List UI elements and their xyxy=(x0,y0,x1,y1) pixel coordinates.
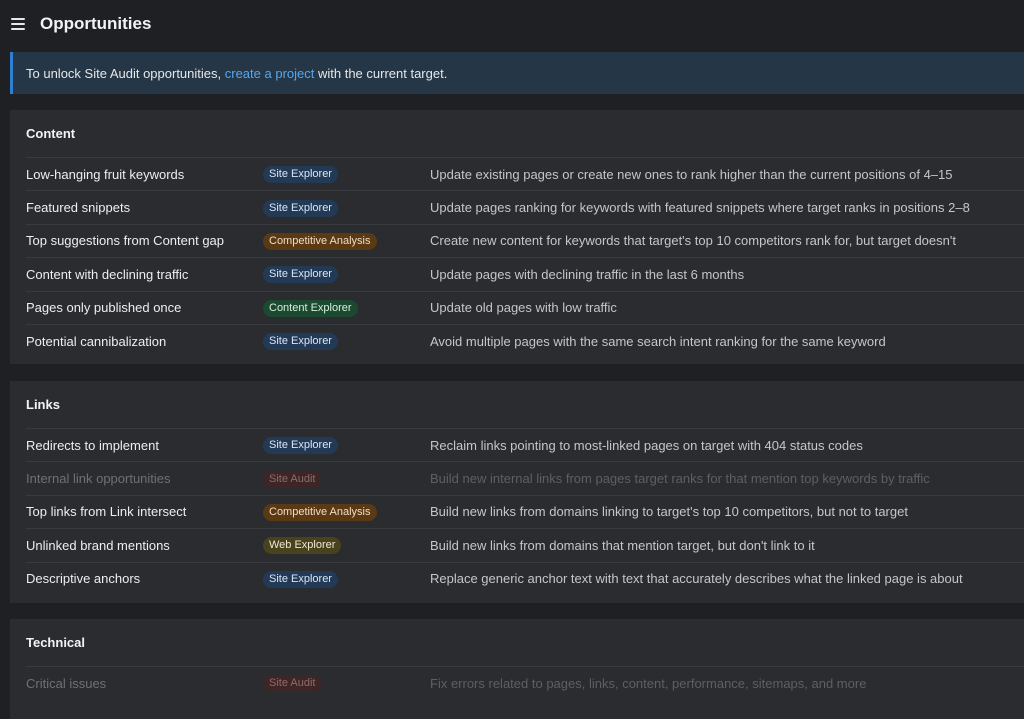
opportunity-description: Update pages ranking for keywords with f… xyxy=(430,200,970,216)
opportunity-row[interactable]: Pages only published once Content Explore… xyxy=(26,290,1024,324)
section-links: Links Redirects to implement Site Explore… xyxy=(10,381,1024,603)
tool-tag-cell: Competitive Analysis xyxy=(263,232,430,250)
opportunity-row[interactable]: Redirects to implement Site Explorer Recla… xyxy=(26,428,1024,461)
tool-tag-cell: Web Explorer xyxy=(263,536,430,555)
tool-tag-cell: Site Explorer xyxy=(263,570,430,588)
tool-badge[interactable]: Site Explorer xyxy=(263,437,338,455)
section-title: Content xyxy=(26,126,76,141)
opportunity-row: Critical issues Site Audit Fix errors rela… xyxy=(26,666,1024,699)
tool-badge[interactable]: Content Explorer xyxy=(263,299,358,317)
opportunity-row[interactable]: Featured snippets Site Explorer Update pag… xyxy=(26,190,1024,223)
opportunity-name[interactable]: Descriptive anchors xyxy=(26,571,263,586)
create-project-link[interactable]: create a project xyxy=(225,66,315,81)
tool-tag-cell: Site Explorer xyxy=(263,436,430,455)
opportunity-name[interactable]: Pages only published once xyxy=(26,300,263,315)
tool-badge: Site Audit xyxy=(263,470,322,488)
opportunity-row: Internal link opportunities Site Audit Bui… xyxy=(26,461,1024,494)
opportunity-name[interactable]: Top links from Link intersect xyxy=(26,504,263,519)
opportunity-description: Reclaim links pointing to most-linked pa… xyxy=(430,437,863,453)
opportunity-description: Update old pages with low traffic xyxy=(430,300,617,316)
tool-badge[interactable]: Competitive Analysis xyxy=(263,503,377,521)
opportunity-description: Update existing pages or create new ones… xyxy=(430,166,953,182)
opportunity-name[interactable]: Low-hanging fruit keywords xyxy=(26,167,263,182)
opportunity-name[interactable]: Top suggestions from Content gap xyxy=(26,233,263,248)
tool-tag-cell: Competitive Analysis xyxy=(263,503,430,521)
banner-text-suffix: with the current target. xyxy=(317,65,448,81)
tool-badge[interactable]: Web Explorer xyxy=(263,537,342,555)
opportunity-row[interactable]: Top links from Link intersect Competitive… xyxy=(26,494,1024,528)
tool-badge[interactable]: Site Explorer xyxy=(263,570,338,588)
opportunity-name[interactable]: Redirects to implement xyxy=(26,438,263,453)
opportunity-description: Update pages with declining traffic in t… xyxy=(430,266,745,282)
tool-tag-cell: Site Explorer xyxy=(263,332,430,351)
tool-badge[interactable]: Site Explorer xyxy=(263,199,338,217)
tool-badge: Site Audit xyxy=(263,675,322,693)
tool-tag-cell: Site Explorer xyxy=(263,165,430,184)
tool-tag-cell: Content Explorer xyxy=(263,299,430,317)
section-content: Content Low-hanging fruit keywords Site E… xyxy=(10,110,1024,364)
top-bar: Opportunities xyxy=(0,0,1024,48)
opportunity-description: Build new links from domains that mentio… xyxy=(430,537,815,553)
opportunity-name: Critical issues xyxy=(26,675,107,691)
opportunity-row[interactable]: Content with declining traffic Site Explo… xyxy=(26,257,1024,290)
tool-tag-cell: Site Audit xyxy=(263,470,430,488)
opportunity-name[interactable]: Unlinked brand mentions xyxy=(26,538,263,553)
section-title: Technical xyxy=(26,635,86,650)
opportunity-description: Fix errors related to pages, links, cont… xyxy=(430,675,867,691)
opportunity-row[interactable]: Descriptive anchors Site Explorer Replace … xyxy=(26,561,1024,595)
tool-badge[interactable]: Site Explorer xyxy=(263,333,338,351)
hamburger-menu-icon[interactable] xyxy=(11,18,25,30)
banner-text-prefix: To unlock Site Audit opportunities, xyxy=(26,65,222,81)
opportunity-name[interactable]: Featured snippets xyxy=(26,200,263,215)
tool-badge[interactable]: Site Explorer xyxy=(263,266,338,284)
opportunity-name[interactable]: Potential cannibalization xyxy=(26,334,263,349)
opportunity-description: Build new links from domains linking to … xyxy=(430,504,908,520)
opportunity-description: Avoid multiple pages with the same searc… xyxy=(430,333,886,349)
opportunity-description: Replace generic anchor text with text th… xyxy=(430,571,963,587)
opportunity-name: Internal link opportunities xyxy=(26,471,171,487)
tool-tag-cell: Site Explorer xyxy=(263,265,430,284)
opportunity-row[interactable]: Unlinked brand mentions Web Explorer Build… xyxy=(26,528,1024,561)
tool-tag-cell: Site Explorer xyxy=(263,199,430,217)
info-banner: To unlock Site Audit opportunities, crea… xyxy=(10,52,1024,94)
opportunity-description: Create new content for keywords that tar… xyxy=(430,233,956,249)
opportunity-row[interactable]: Top suggestions from Content gap Competit… xyxy=(26,223,1024,257)
page-title: Opportunities xyxy=(40,14,152,33)
section-technical: Technical Critical issues Site Audit Fix e… xyxy=(10,619,1024,719)
opportunity-description: Build new internal links from pages targ… xyxy=(430,471,930,487)
tool-badge[interactable]: Site Explorer xyxy=(263,166,338,184)
opportunity-row[interactable]: Low-hanging fruit keywords Site Explorer U… xyxy=(26,157,1024,190)
section-title: Links xyxy=(26,397,60,412)
tool-tag-cell: Site Audit xyxy=(263,674,430,693)
opportunity-name[interactable]: Content with declining traffic xyxy=(26,267,263,282)
tool-badge[interactable]: Competitive Analysis xyxy=(263,232,377,250)
opportunity-row[interactable]: Potential cannibalization Site Explorer Av… xyxy=(26,323,1024,357)
